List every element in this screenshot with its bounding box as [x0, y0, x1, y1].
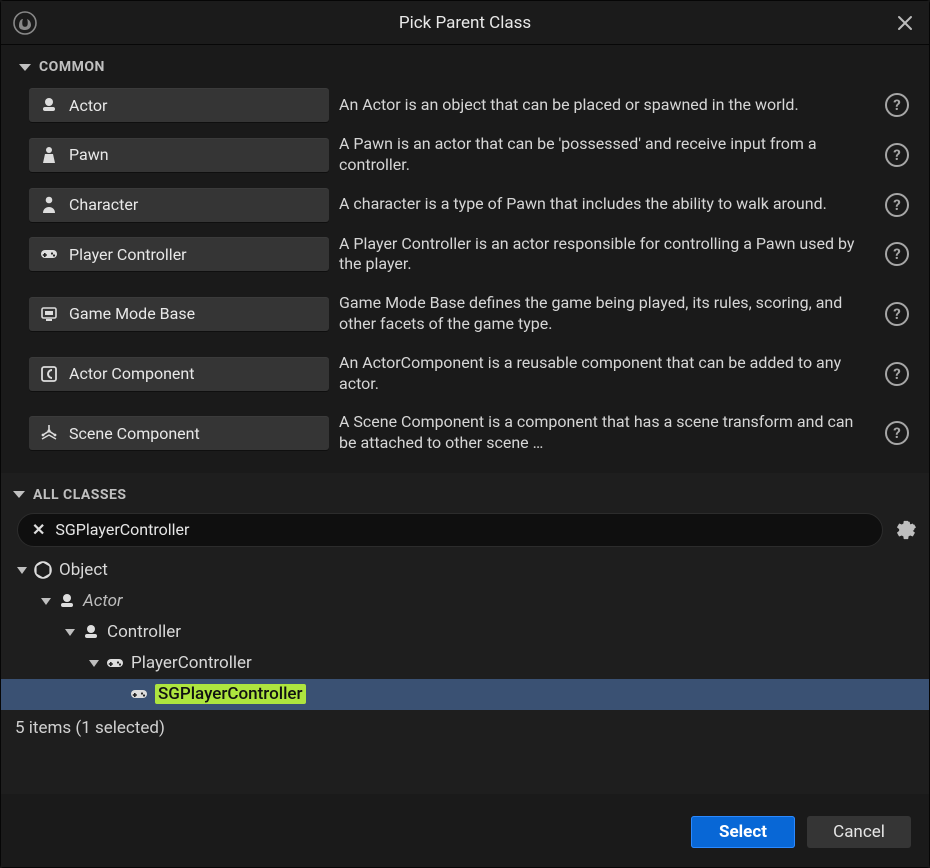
cancel-button-label: Cancel: [833, 822, 885, 842]
search-input[interactable]: ✕ SGPlayerController: [17, 513, 883, 547]
gamepad-icon: [39, 244, 59, 264]
tree-row[interactable]: Object: [1, 555, 929, 586]
common-class-row: Actor Component An ActorComponent is a re…: [7, 344, 923, 404]
search-value: SGPlayerController: [55, 520, 189, 539]
common-class-button[interactable]: Actor: [29, 88, 329, 122]
common-class-label: Pawn: [69, 145, 109, 164]
gamepad-icon: [129, 684, 149, 704]
common-class-description: A character is a type of Pawn that inclu…: [335, 188, 869, 221]
expand-icon[interactable]: [89, 660, 99, 667]
common-class-label: Actor: [69, 96, 107, 115]
help-button[interactable]: ?: [885, 421, 909, 445]
common-class-label: Actor Component: [69, 364, 194, 383]
cancel-button[interactable]: Cancel: [807, 816, 911, 848]
common-class-button[interactable]: Pawn: [29, 138, 329, 172]
help-button[interactable]: ?: [885, 242, 909, 266]
common-class-row: Actor An Actor is an object that can be p…: [7, 85, 923, 125]
gamepad-icon: [105, 653, 125, 673]
actor-icon: [39, 95, 59, 115]
common-class-row: Scene Component A Scene Component is a co…: [7, 403, 923, 463]
help-button[interactable]: ?: [885, 93, 909, 117]
select-button[interactable]: Select: [691, 816, 795, 848]
tree-row-label: Actor: [83, 591, 123, 611]
settings-button[interactable]: [893, 517, 919, 543]
gamemode-icon: [39, 304, 59, 324]
expand-icon[interactable]: [41, 598, 51, 605]
common-class-description: A Player Controller is an actor responsi…: [335, 228, 869, 282]
common-class-row: Game Mode Base Game Mode Base defines the…: [7, 284, 923, 344]
character-icon: [39, 195, 59, 215]
select-button-label: Select: [719, 822, 767, 842]
common-class-button[interactable]: Actor Component: [29, 357, 329, 391]
common-section-header[interactable]: COMMON: [7, 45, 923, 85]
common-section: COMMON Actor An Actor is an object that c…: [1, 45, 929, 473]
expand-icon[interactable]: [65, 629, 75, 636]
tree-row[interactable]: SGPlayerController: [1, 679, 929, 710]
unreal-logo-icon: [13, 11, 37, 35]
search-row: ✕ SGPlayerController: [1, 513, 929, 553]
common-class-button[interactable]: Player Controller: [29, 237, 329, 271]
collapse-icon: [19, 64, 31, 71]
close-button[interactable]: [895, 13, 915, 33]
tree-row-label: PlayerController: [131, 653, 252, 673]
dialog-footer: Select Cancel: [1, 794, 929, 867]
dialog-body: COMMON Actor An Actor is an object that c…: [1, 45, 929, 794]
help-button[interactable]: ?: [885, 193, 909, 217]
common-class-button[interactable]: Game Mode Base: [29, 297, 329, 331]
status-bar: 5 items (1 selected): [1, 714, 929, 746]
pawn-icon: [39, 145, 59, 165]
tree-row-label: SGPlayerController: [155, 684, 306, 704]
common-class-label: Player Controller: [69, 245, 187, 264]
all-classes-label: ALL CLASSES: [33, 487, 127, 503]
clear-search-icon[interactable]: ✕: [32, 520, 45, 539]
titlebar: Pick Parent Class: [1, 1, 929, 45]
common-class-description: Game Mode Base defines the game being pl…: [335, 287, 869, 341]
common-class-label: Game Mode Base: [69, 304, 195, 323]
object-icon: [33, 560, 53, 580]
class-tree: Object Actor Controller PlayerController SGP…: [1, 553, 929, 714]
help-button[interactable]: ?: [885, 362, 909, 386]
common-class-description: An ActorComponent is a reusable componen…: [335, 347, 869, 401]
actorcomp-icon: [39, 364, 59, 384]
pick-parent-class-dialog: Pick Parent Class COMMON Actor An Actor i…: [0, 0, 930, 868]
dialog-title: Pick Parent Class: [399, 13, 531, 33]
tree-row[interactable]: PlayerController: [1, 648, 929, 679]
tree-row-label: Object: [59, 560, 108, 580]
common-class-label: Character: [69, 195, 138, 214]
common-section-label: COMMON: [39, 59, 105, 75]
scenecomp-icon: [39, 423, 59, 443]
common-class-label: Scene Component: [69, 424, 200, 443]
common-class-description: An Actor is an object that can be placed…: [335, 89, 869, 122]
tree-row[interactable]: Actor: [1, 586, 929, 617]
common-class-row: Pawn A Pawn is an actor that can be 'poss…: [7, 125, 923, 185]
common-class-description: A Scene Component is a component that ha…: [335, 406, 869, 460]
common-class-description: A Pawn is an actor that can be 'possesse…: [335, 128, 869, 182]
common-class-button[interactable]: Scene Component: [29, 416, 329, 450]
common-class-row: Character A character is a type of Pawn t…: [7, 185, 923, 225]
expand-icon[interactable]: [17, 567, 27, 574]
all-classes-header[interactable]: ALL CLASSES: [1, 473, 929, 513]
actor-icon: [81, 622, 101, 642]
help-button[interactable]: ?: [885, 143, 909, 167]
collapse-icon: [13, 491, 25, 498]
tree-row-label: Controller: [107, 622, 181, 642]
all-classes-section: ALL CLASSES ✕ SGPlayerController Object A…: [1, 473, 929, 794]
help-button[interactable]: ?: [885, 302, 909, 326]
tree-row[interactable]: Controller: [1, 617, 929, 648]
common-class-row: Player Controller A Player Controller is …: [7, 225, 923, 285]
common-class-button[interactable]: Character: [29, 188, 329, 222]
actor-icon: [57, 591, 77, 611]
